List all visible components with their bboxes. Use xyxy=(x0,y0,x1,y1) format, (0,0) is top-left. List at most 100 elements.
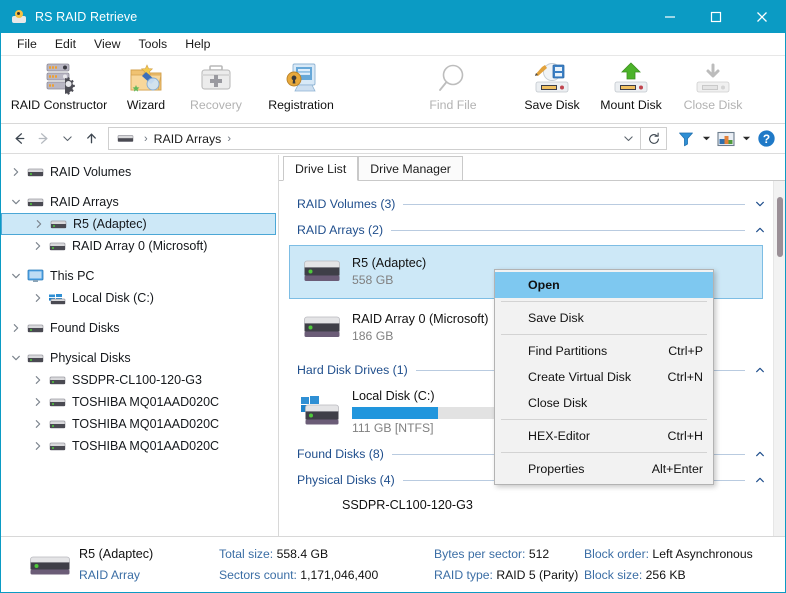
windows-drive-icon xyxy=(47,292,67,305)
drive-icon xyxy=(47,397,67,408)
status-column-1: Total size: 558.4 GB Sectors count: 1,17… xyxy=(219,544,434,586)
context-menu-item-close-disk[interactable]: Close Disk xyxy=(495,390,713,416)
menu-view[interactable]: View xyxy=(85,35,129,53)
sidebar-item-local-disk-c[interactable]: Local Disk (C:) xyxy=(1,287,278,309)
minimize-button[interactable] xyxy=(647,1,693,33)
find-file-icon xyxy=(433,61,473,95)
chevron-up-icon[interactable] xyxy=(753,475,767,485)
back-button[interactable] xyxy=(7,127,31,151)
history-dropdown-button[interactable] xyxy=(55,127,79,151)
vertical-scrollbar[interactable] xyxy=(773,181,785,536)
filter-dropdown-caret-icon[interactable] xyxy=(699,127,713,151)
menu-edit[interactable]: Edit xyxy=(46,35,85,53)
mount-disk-icon xyxy=(611,61,651,95)
chevron-right-icon[interactable] xyxy=(29,375,47,385)
chevron-right-icon[interactable] xyxy=(29,419,47,429)
context-menu-item-hex-editor[interactable]: HEX-Editor Ctrl+H xyxy=(495,423,713,449)
chevron-down-icon[interactable] xyxy=(7,353,25,363)
chevron-down-icon[interactable] xyxy=(753,199,767,209)
toolbar-recovery-button[interactable]: Recovery xyxy=(179,56,253,120)
sidebar-item-raid-arrays[interactable]: RAID Arrays xyxy=(1,191,278,213)
sidebar-item-this-pc[interactable]: This PC xyxy=(1,265,278,287)
section-divider xyxy=(391,229,745,231)
menu-tools[interactable]: Tools xyxy=(129,35,176,53)
context-menu[interactable]: Open Save Disk Find Partitions Ctrl+P Create… xyxy=(494,269,714,485)
sidebar-item-label: SSDPR-CL100-120-G3 xyxy=(72,373,202,387)
drive-card-text: RAID Array 0 (Microsoft) 186 GB xyxy=(352,311,488,345)
chevron-right-icon[interactable] xyxy=(7,323,25,333)
section-label: Hard Disk Drives (1) xyxy=(297,363,408,377)
sidebar-item-ssdpr-cl100-120-g3[interactable]: SSDPR-CL100-120-G3 xyxy=(1,369,278,391)
drive-icon xyxy=(25,323,45,334)
close-button[interactable] xyxy=(739,1,785,33)
menu-bar: File Edit View Tools Help xyxy=(1,33,785,56)
chevron-up-icon[interactable] xyxy=(753,365,767,375)
wizard-icon xyxy=(126,61,166,95)
toolbar-registration-button[interactable]: Registration xyxy=(253,56,349,120)
sidebar-tree[interactable]: RAID Volumes RAID Arrays R5 (Adaptec) RAID … xyxy=(1,155,279,536)
raid-constructor-icon xyxy=(39,61,79,95)
menu-help[interactable]: Help xyxy=(176,35,219,53)
menu-file[interactable]: File xyxy=(8,35,46,53)
application-window: RS RAID Retrieve File Edit View Tools He… xyxy=(0,0,786,593)
status-field-block-order: Block order: Left Asynchronous xyxy=(584,544,764,565)
section-header-raid-volumes-3[interactable]: RAID Volumes (3) xyxy=(279,191,773,217)
up-button[interactable] xyxy=(79,127,103,151)
breadcrumb-current[interactable]: RAID Arrays xyxy=(154,132,222,146)
context-menu-item-create-virtual-disk[interactable]: Create Virtual Disk Ctrl+N xyxy=(495,364,713,390)
chevron-right-icon[interactable] xyxy=(7,167,25,177)
sidebar-item-label: RAID Volumes xyxy=(50,165,132,179)
field-value: 512 xyxy=(528,546,550,561)
context-menu-accelerator: Ctrl+P xyxy=(668,344,703,358)
toolbar-raid-constructor-button[interactable]: RAID Constructor xyxy=(5,56,113,120)
tab-drive-list[interactable]: Drive List xyxy=(283,156,359,181)
status-field-sectors-count: Sectors count: 1,171,046,400 xyxy=(219,565,434,586)
chevron-right-icon[interactable] xyxy=(29,397,47,407)
toolbar-close-disk-button[interactable]: Close Disk xyxy=(673,56,753,120)
sidebar-item-r5-adaptec[interactable]: R5 (Adaptec) xyxy=(1,213,276,235)
sidebar-item-toshiba-mq01aad020c[interactable]: TOSHIBA MQ01AAD020C xyxy=(1,413,278,435)
toolbar-save-disk-button[interactable]: Save Disk xyxy=(515,56,589,120)
context-menu-item-open[interactable]: Open xyxy=(495,272,713,298)
filter-icon[interactable] xyxy=(673,127,699,151)
sidebar-item-raid-array-0-microsoft[interactable]: RAID Array 0 (Microsoft) xyxy=(1,235,278,257)
status-disk-icon xyxy=(23,550,79,580)
context-menu-item-properties[interactable]: Properties Alt+Enter xyxy=(495,456,713,482)
section-header-raid-arrays-2[interactable]: RAID Arrays (2) xyxy=(279,217,773,243)
sidebar-item-raid-volumes[interactable]: RAID Volumes xyxy=(1,161,278,183)
forward-button[interactable] xyxy=(31,127,55,151)
context-menu-item-find-partitions[interactable]: Find Partitions Ctrl+P xyxy=(495,338,713,364)
sidebar-item-toshiba-mq01aad020c[interactable]: TOSHIBA MQ01AAD020C xyxy=(1,435,278,457)
sidebar-item-physical-disks[interactable]: Physical Disks xyxy=(1,347,278,369)
chevron-up-icon[interactable] xyxy=(753,225,767,235)
chevron-down-icon[interactable] xyxy=(618,128,638,149)
toolbar-mount-disk-button[interactable]: Mount Disk xyxy=(589,56,673,120)
tab-drive-manager[interactable]: Drive Manager xyxy=(358,156,463,181)
sidebar-item-found-disks[interactable]: Found Disks xyxy=(1,317,278,339)
toolbar-find-file-button[interactable]: Find File xyxy=(411,56,495,120)
refresh-icon[interactable] xyxy=(640,127,666,150)
field-label: Sectors count: xyxy=(219,567,297,582)
maximize-button[interactable] xyxy=(693,1,739,33)
chevron-right-icon[interactable] xyxy=(29,293,47,303)
chevron-down-icon[interactable] xyxy=(7,271,25,281)
scrollbar-thumb[interactable] xyxy=(777,197,783,257)
drive-size: 186 GB xyxy=(352,329,394,343)
drive-icon xyxy=(25,353,45,364)
view-mode-icon[interactable] xyxy=(713,127,739,151)
chevron-right-icon[interactable] xyxy=(29,241,47,251)
drive-card[interactable]: SSDPR-CL100-120-G3 xyxy=(289,495,763,521)
toolbar-wizard-button[interactable]: Wizard xyxy=(113,56,179,120)
sidebar-item-toshiba-mq01aad020c[interactable]: TOSHIBA MQ01AAD020C xyxy=(1,391,278,413)
toolbar-label: RAID Constructor xyxy=(10,98,108,112)
chevron-right-icon[interactable] xyxy=(30,219,48,229)
help-icon[interactable]: ? xyxy=(753,127,779,151)
chevron-down-icon[interactable] xyxy=(7,197,25,207)
context-menu-item-save-disk[interactable]: Save Disk xyxy=(495,305,713,331)
address-path-box[interactable]: › RAID Arrays › xyxy=(108,127,667,150)
view-dropdown-caret-icon[interactable] xyxy=(739,127,753,151)
section-label: Physical Disks (4) xyxy=(297,473,395,487)
chevron-up-icon[interactable] xyxy=(753,449,767,459)
chevron-right-icon[interactable] xyxy=(29,441,47,451)
sidebar-item-label: RAID Array 0 (Microsoft) xyxy=(72,239,208,253)
